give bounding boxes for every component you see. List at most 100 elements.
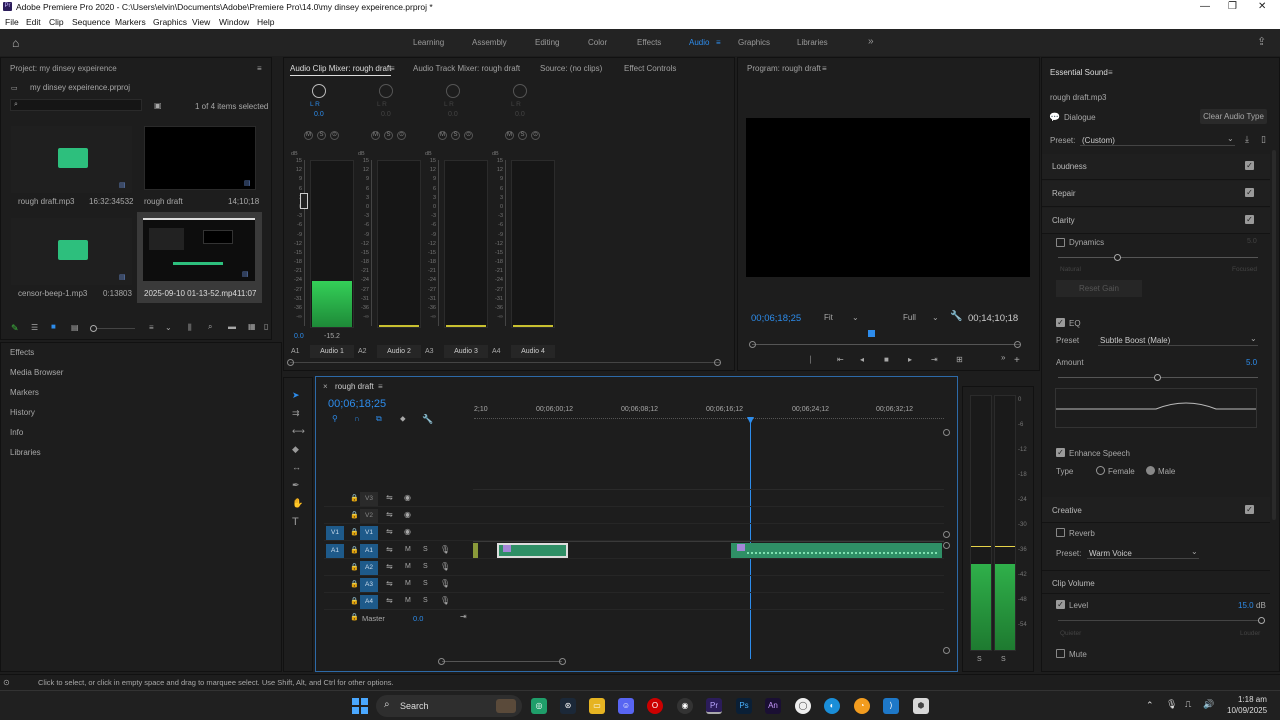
new-bin-icon[interactable]: ▬ bbox=[228, 322, 236, 331]
enhance-speech-checkbox[interactable]: ✓ bbox=[1056, 448, 1065, 457]
track-target[interactable]: A3 bbox=[360, 578, 378, 592]
pan-value[interactable]: 0.0 bbox=[448, 111, 458, 118]
fader-handle[interactable] bbox=[300, 193, 308, 209]
channel-name[interactable]: Audio 4 bbox=[511, 345, 555, 358]
scroll-handle-left[interactable] bbox=[749, 341, 756, 348]
menu-graphics[interactable]: Graphics bbox=[153, 17, 187, 27]
solo-track-button[interactable]: S bbox=[423, 597, 428, 604]
new-bin-icon[interactable]: ▣ bbox=[154, 101, 162, 110]
workspace-effects[interactable]: Effects bbox=[637, 38, 661, 47]
pan-knob[interactable] bbox=[312, 84, 326, 98]
mute-button[interactable]: M bbox=[371, 131, 380, 140]
type-tool-icon[interactable]: T bbox=[292, 516, 299, 528]
workspace-audio[interactable]: Audio bbox=[689, 38, 709, 47]
go-to-in-icon[interactable]: ⇤ bbox=[837, 355, 844, 364]
stop-icon[interactable]: ■ bbox=[884, 355, 889, 364]
panel-media-browser[interactable]: Media Browser bbox=[10, 368, 63, 377]
mark-in-icon[interactable]: ⎸ bbox=[810, 355, 818, 365]
menu-window[interactable]: Window bbox=[219, 17, 249, 27]
fader-track[interactable] bbox=[304, 160, 305, 326]
lock-icon[interactable]: 🔒 bbox=[350, 511, 359, 519]
sync-lock-icon[interactable]: ⇋ bbox=[386, 579, 393, 588]
microphone-icon[interactable]: 🎙 bbox=[440, 596, 450, 605]
pan-value[interactable]: 0.0 bbox=[515, 111, 525, 118]
snap-icon[interactable]: ∩ bbox=[354, 414, 360, 423]
windows-start-icon[interactable] bbox=[352, 698, 368, 714]
eye-icon[interactable]: ◉ bbox=[404, 493, 411, 502]
project-item-rough-draft-mp3[interactable]: ▤ bbox=[11, 126, 132, 193]
audio-clip-rough-draft[interactable] bbox=[731, 543, 942, 558]
female-radio[interactable] bbox=[1096, 466, 1105, 475]
dynamics-checkbox[interactable] bbox=[1056, 238, 1065, 247]
solo-right-button[interactable]: S bbox=[1001, 656, 1006, 663]
mute-button[interactable]: M bbox=[438, 131, 447, 140]
audio-clip-edge[interactable] bbox=[473, 543, 478, 558]
edge-icon[interactable]: ◐ bbox=[824, 698, 840, 714]
zoom-slider-knob[interactable] bbox=[90, 325, 97, 332]
fit-select[interactable]: Fit bbox=[824, 313, 833, 322]
mute-button[interactable]: M bbox=[505, 131, 514, 140]
panel-menu-icon[interactable]: ≡ bbox=[378, 382, 383, 391]
section-repair[interactable]: Repair ✓ bbox=[1042, 181, 1270, 207]
project-item-censor-beep[interactable]: ▤ bbox=[11, 218, 132, 285]
pencil-icon[interactable]: ✎ bbox=[11, 323, 19, 334]
program-scrub-bar[interactable] bbox=[752, 344, 1020, 345]
microphone-icon[interactable]: 🎙 bbox=[440, 562, 450, 571]
scroll-handle[interactable] bbox=[943, 542, 950, 549]
eq-preset-select[interactable]: Subtle Boost (Male) ⌄ bbox=[1098, 333, 1258, 346]
scroll-handle-right[interactable] bbox=[1014, 341, 1021, 348]
eye-icon[interactable]: ◉ bbox=[404, 527, 411, 536]
lock-icon[interactable]: 🔒 bbox=[350, 494, 359, 502]
section-clarity[interactable]: Clarity ✓ bbox=[1042, 208, 1270, 234]
source-patch[interactable]: A1 bbox=[326, 544, 344, 558]
pan-knob[interactable] bbox=[446, 84, 460, 98]
scroll-handle-left[interactable] bbox=[287, 359, 294, 366]
trash-icon[interactable]: ▯ bbox=[1261, 134, 1266, 145]
solo-track-button[interactable]: S bbox=[423, 546, 428, 553]
panel-markers[interactable]: Markers bbox=[10, 388, 39, 397]
automate-icon[interactable]: ⫼ bbox=[188, 323, 192, 333]
menu-sequence[interactable]: Sequence bbox=[72, 17, 110, 27]
razor-tool-icon[interactable]: ◆ bbox=[292, 444, 299, 455]
linked-selection-icon[interactable]: ⧉ bbox=[376, 414, 382, 424]
tab-source[interactable]: Source: (no clips) bbox=[540, 64, 602, 73]
sync-lock-icon[interactable]: ⇋ bbox=[386, 596, 393, 605]
track-target[interactable]: A2 bbox=[360, 561, 378, 575]
timeline-tab[interactable]: rough draft bbox=[335, 382, 374, 391]
level-slider-knob[interactable] bbox=[1258, 617, 1265, 624]
icon-view-icon[interactable]: ■ bbox=[51, 322, 56, 331]
panel-history[interactable]: History bbox=[10, 408, 35, 417]
pan-knob[interactable] bbox=[513, 84, 527, 98]
tray-chevron-icon[interactable]: ⌃ bbox=[1146, 700, 1154, 711]
sort-icon[interactable]: ≡ bbox=[149, 323, 154, 332]
channel-name[interactable]: Audio 2 bbox=[377, 345, 421, 358]
timeline-zoom-scrollbar[interactable] bbox=[442, 661, 562, 662]
opera-icon[interactable]: O bbox=[647, 698, 663, 714]
network-icon[interactable]: ⎍ bbox=[1185, 699, 1191, 710]
export-frame-icon[interactable]: ⊞ bbox=[956, 355, 963, 364]
lock-icon[interactable]: 🔒 bbox=[350, 563, 359, 571]
add-button-icon[interactable]: + bbox=[1014, 355, 1020, 366]
panel-menu-icon[interactable]: ≡ bbox=[1108, 68, 1113, 77]
section-creative[interactable]: Creative ✓ bbox=[1042, 497, 1270, 523]
tab-audio-track-mixer[interactable]: Audio Track Mixer: rough draft bbox=[413, 64, 520, 73]
dynamics-slider[interactable] bbox=[1058, 257, 1258, 258]
save-preset-icon[interactable]: ⤓ bbox=[1245, 134, 1249, 145]
clock-time[interactable]: 1:18 am bbox=[1238, 695, 1267, 704]
freeform-view-icon[interactable]: ▤ bbox=[71, 323, 79, 332]
sync-lock-icon[interactable]: ⇋ bbox=[386, 545, 393, 554]
premiere-taskbar-icon[interactable]: Pr bbox=[706, 698, 722, 714]
solo-button[interactable]: S bbox=[384, 131, 393, 140]
menu-help[interactable]: Help bbox=[257, 17, 274, 27]
channel-name[interactable]: Audio 3 bbox=[444, 345, 488, 358]
more-workspaces-icon[interactable]: » bbox=[868, 36, 874, 47]
find-icon[interactable]: ⌕ bbox=[208, 322, 212, 332]
chatgpt-icon[interactable]: ◎ bbox=[531, 698, 547, 714]
mute-track-button[interactable]: M bbox=[405, 597, 411, 604]
chevron-down-icon[interactable]: ⌄ bbox=[165, 323, 172, 332]
wrench-icon[interactable]: 🔧 bbox=[422, 414, 433, 425]
clear-audio-type-button[interactable]: Clear Audio Type bbox=[1200, 109, 1267, 124]
sync-lock-icon[interactable]: ⇋ bbox=[386, 562, 393, 571]
more-controls-icon[interactable]: » bbox=[1001, 353, 1005, 362]
mixer-scrollbar[interactable] bbox=[290, 362, 720, 363]
